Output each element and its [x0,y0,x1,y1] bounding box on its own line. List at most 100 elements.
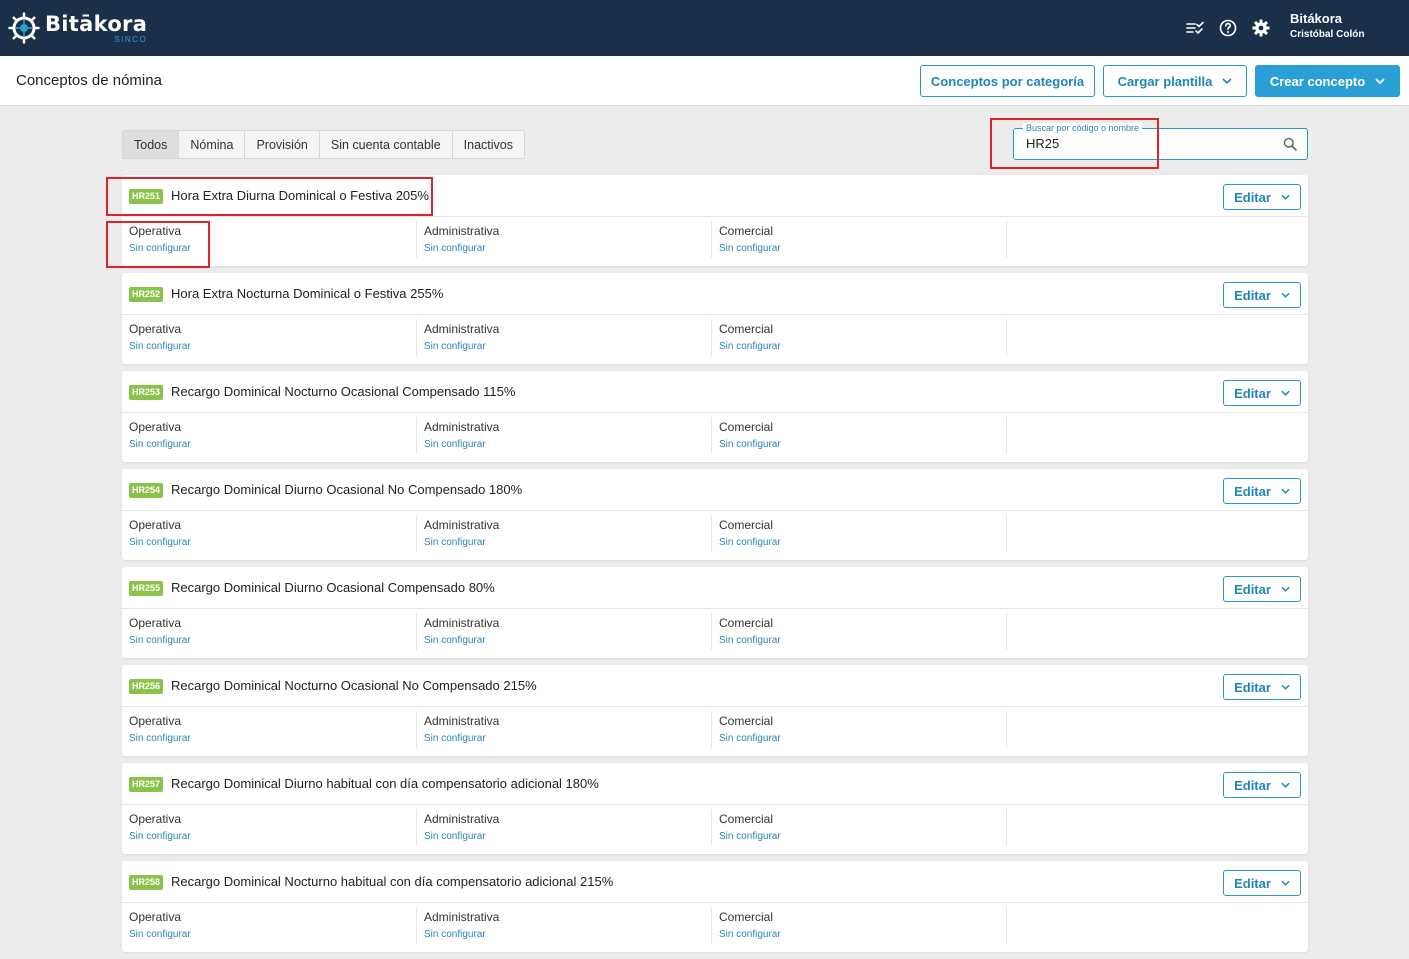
config-column-title: Operativa [129,322,182,336]
config-status-link[interactable]: Sin configurar [424,831,711,843]
config-status-link[interactable]: Sin configurar [129,341,416,353]
config-status-link[interactable]: Sin configurar [424,635,711,647]
config-status-link[interactable]: Sin configurar [719,635,1006,647]
concept-card-header: HR254 Recargo Dominical Diurno Ocasional … [122,469,1308,511]
concept-name: Recargo Dominical Diurno Ocasional Compe… [171,580,495,595]
chevron-down-icon [1281,880,1290,886]
config-status-link[interactable]: Sin configurar [719,929,1006,941]
concept-card-header: HR256 Recargo Dominical Nocturno Ocasiona… [122,665,1308,707]
chevron-down-icon [1375,78,1385,84]
help-icon[interactable] [1217,17,1239,39]
config-column: Operativa Sin configurar [122,613,417,650]
config-status-link[interactable]: Sin configurar [129,243,416,255]
concepts-by-category-button[interactable]: Conceptos por categoría [920,65,1095,97]
config-column: Comercial Sin configurar [712,711,1007,748]
config-status-link[interactable]: Sin configurar [719,243,1006,255]
config-status-link[interactable]: Sin configurar [719,537,1006,549]
chevron-down-icon [1222,78,1232,84]
concept-code-badge: HR252 [129,287,164,302]
config-status-link[interactable]: Sin configurar [719,831,1006,843]
search-field[interactable]: Buscar por código o nombre [1013,123,1308,160]
search-input[interactable] [1026,136,1276,151]
config-status-link[interactable]: Sin configurar [424,243,711,255]
config-status-link[interactable]: Sin configurar [129,537,416,549]
config-column-title: Comercial [719,224,774,238]
chevron-down-icon [1281,586,1290,592]
concept-card-header: HR258 Recargo Dominical Nocturno habitual… [122,861,1308,903]
edit-button[interactable]: Editar [1223,576,1301,602]
checklist-icon[interactable] [1184,17,1206,39]
edit-button[interactable]: Editar [1223,282,1301,308]
user-menu[interactable]: Bitákora Cristóbal Colón [1290,11,1364,42]
config-status-link[interactable]: Sin configurar [129,733,416,745]
config-column: Administrativa Sin configurar [417,907,712,944]
config-column-title: Operativa [129,224,182,238]
tab-todos[interactable]: Todos [123,131,180,158]
config-status-link[interactable]: Sin configurar [719,733,1006,745]
edit-button[interactable]: Editar [1223,870,1301,896]
tab-inactivos[interactable]: Inactivos [453,131,524,158]
concept-card: HR251 Hora Extra Diurna Dominical o Festi… [122,175,1308,266]
config-column: Operativa Sin configurar [122,515,417,552]
config-status-link[interactable]: Sin configurar [424,733,711,745]
concept-name: Recargo Dominical Nocturno habitual con … [171,874,614,889]
config-status-link[interactable]: Sin configurar [129,929,416,941]
config-column: Operativa Sin configurar [122,711,417,748]
concept-config-row: Operativa Sin configurar Administrativa Sin… [122,609,1308,657]
config-status-link[interactable]: Sin configurar [424,929,711,941]
tab-nomina[interactable]: Nómina [179,131,246,158]
config-column-title: Administrativa [424,714,500,728]
config-column: Comercial Sin configurar [712,515,1007,552]
edit-button[interactable]: Editar [1223,674,1301,700]
concept-name: Recargo Dominical Diurno habitual con dí… [171,776,599,791]
user-company: Bitákora [1290,11,1343,26]
edit-button-label: Editar [1234,385,1271,401]
concept-code-badge: HR257 [129,777,164,792]
config-column: Administrativa Sin configurar [417,319,712,356]
config-column: Operativa Sin configurar [122,907,417,944]
config-column-title: Comercial [719,714,774,728]
app-name: Bitākora [45,12,148,36]
chevron-down-icon [1281,194,1290,200]
ship-wheel-icon [8,12,40,44]
config-status-link[interactable]: Sin configurar [424,439,711,451]
concept-code-badge: HR253 [129,385,164,400]
config-column-title: Administrativa [424,812,500,826]
app-logo[interactable]: Bitākora SINCO [8,10,147,46]
create-concept-button[interactable]: Crear concepto [1255,65,1400,97]
config-status-link[interactable]: Sin configurar [129,831,416,843]
config-column-title: Comercial [719,420,774,434]
gear-icon[interactable] [1250,17,1272,39]
config-status-link[interactable]: Sin configurar [719,439,1006,451]
config-column: Comercial Sin configurar [712,613,1007,650]
page-header: Conceptos de nómina Conceptos por catego… [0,56,1409,106]
edit-button[interactable]: Editar [1223,380,1301,406]
config-column-title: Comercial [719,812,774,826]
config-column-title: Administrativa [424,518,500,532]
load-template-button[interactable]: Cargar plantilla [1103,65,1247,97]
search-icon[interactable] [1283,137,1297,151]
config-column: Administrativa Sin configurar [417,515,712,552]
concept-card: HR258 Recargo Dominical Nocturno habitual… [122,861,1308,952]
top-bar: Bitākora SINCO Bitákora Cristóbal Colón [0,0,1409,56]
tab-provision[interactable]: Provisión [245,131,320,158]
edit-button[interactable]: Editar [1223,184,1301,210]
config-status-link[interactable]: Sin configurar [424,341,711,353]
config-column: Administrativa Sin configurar [417,809,712,846]
concept-card: HR252 Hora Extra Nocturna Dominical o Fes… [122,273,1308,364]
config-column: Administrativa Sin configurar [417,613,712,650]
config-status-link[interactable]: Sin configurar [129,439,416,451]
chevron-down-icon [1281,488,1290,494]
config-status-link[interactable]: Sin configurar [129,635,416,647]
edit-button-label: Editar [1234,679,1271,695]
edit-button[interactable]: Editar [1223,478,1301,504]
config-status-link[interactable]: Sin configurar [719,341,1006,353]
config-column: Comercial Sin configurar [712,809,1007,846]
edit-button[interactable]: Editar [1223,772,1301,798]
concept-code-badge: HR255 [129,581,164,596]
chevron-down-icon [1281,684,1290,690]
tab-sin-cuenta-contable[interactable]: Sin cuenta contable [320,131,453,158]
filter-tabs: Todos Nómina Provisión Sin cuenta contab… [122,130,526,159]
config-status-link[interactable]: Sin configurar [424,537,711,549]
user-name: Cristóbal Colón [1290,29,1365,40]
